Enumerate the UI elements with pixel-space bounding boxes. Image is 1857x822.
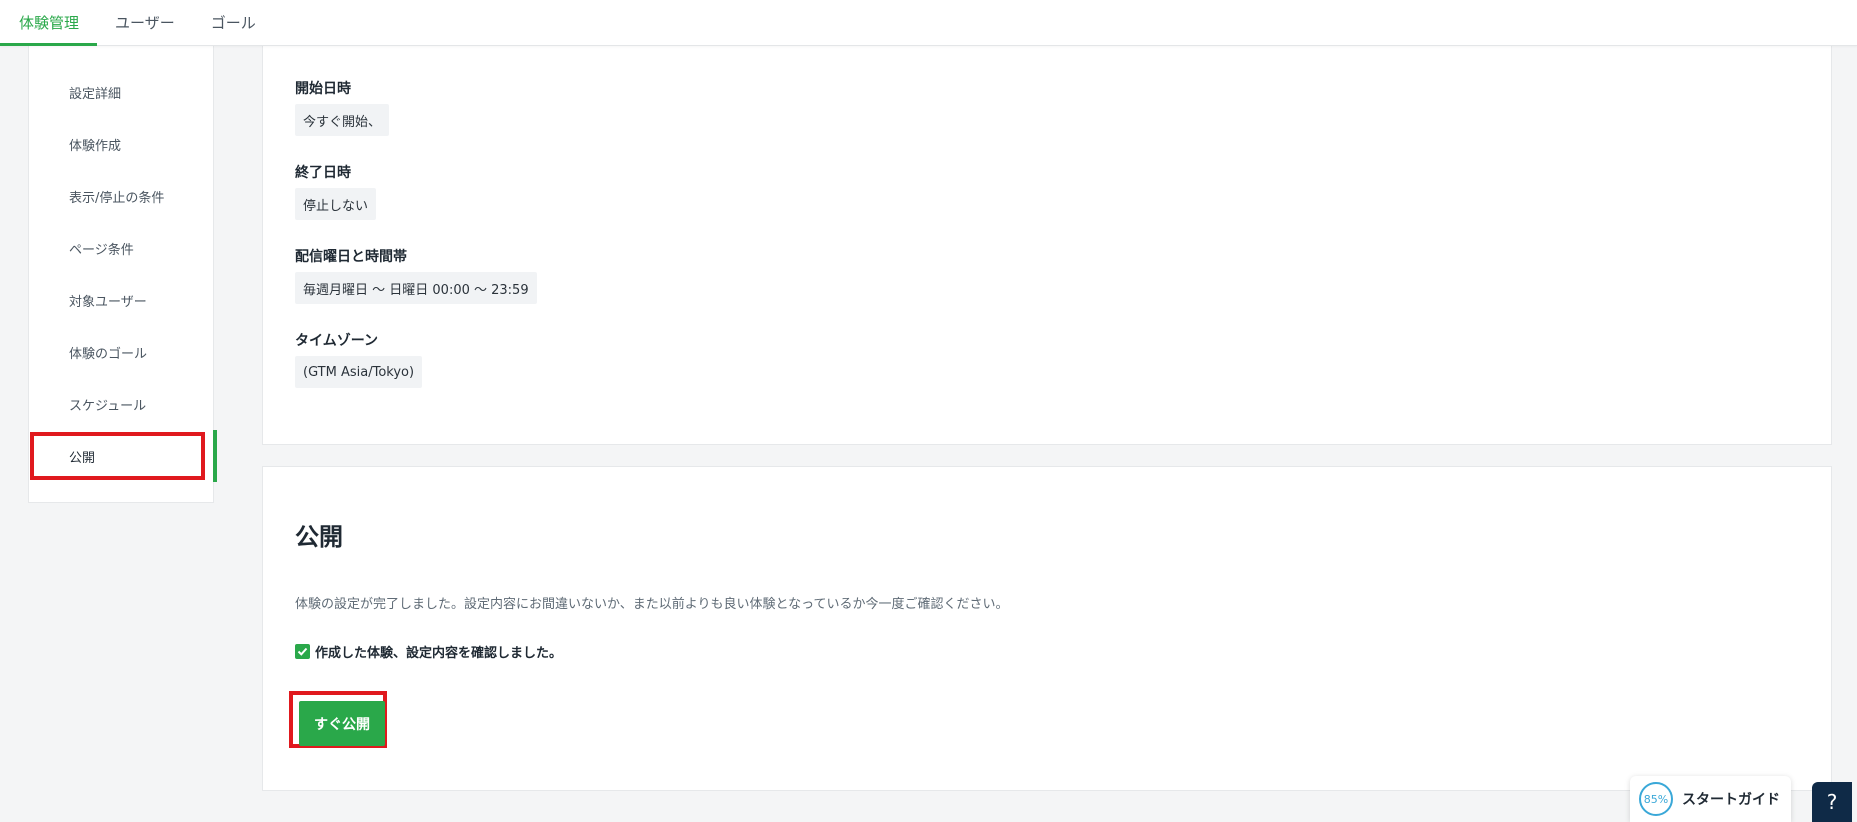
start-datetime-value: 今すぐ開始、	[295, 104, 390, 136]
sidebar-item-page-conditions[interactable]: ページ条件	[29, 222, 215, 274]
sidebar-item-experience-goal[interactable]: 体験のゴール	[29, 326, 215, 378]
timezone-value: (GTM Asia/Tokyo)	[295, 356, 423, 388]
question-icon: ?	[1826, 790, 1838, 814]
sidebar-item-settings-detail[interactable]: 設定詳細	[29, 66, 215, 118]
sidebar: 設定詳細 体験作成 表示/停止の条件 ページ条件 対象ユーザー 体験のゴール ス…	[28, 46, 217, 503]
help-button[interactable]: ?	[1812, 782, 1852, 822]
tab-users[interactable]: ユーザー	[97, 0, 193, 45]
sidebar-item-label: 表示/停止の条件	[69, 190, 165, 206]
confirm-checkbox[interactable]	[295, 644, 310, 659]
progress-ring: 85%	[1639, 782, 1673, 816]
timezone-label: タイムゾーン	[295, 333, 379, 349]
sidebar-item-label: スケジュール	[69, 398, 147, 414]
tab-goals[interactable]: ゴール	[193, 0, 274, 45]
confirm-checkbox-label: 作成した体験、設定内容を確認しました。	[315, 646, 563, 661]
publish-title: 公開	[295, 523, 343, 551]
check-icon	[297, 647, 308, 656]
publish-card: 公開 体験の設定が完了しました。設定内容にお間違いないか、また以前よりも良い体験…	[262, 466, 1832, 791]
sidebar-item-label: ページ条件	[69, 242, 134, 258]
start-guide-label: スタートガイド	[1682, 792, 1780, 808]
end-datetime-label: 終了日時	[295, 165, 351, 181]
sidebar-item-create-experience[interactable]: 体験作成	[29, 118, 215, 170]
highlight-box: すぐ公開	[289, 691, 387, 748]
sidebar-item-label: 体験のゴール	[69, 346, 148, 362]
top-navigation: 体験管理 ユーザー ゴール	[0, 0, 1857, 46]
sidebar-item-target-users[interactable]: 対象ユーザー	[29, 274, 215, 326]
highlight-box	[30, 432, 205, 480]
sidebar-item-label: 体験作成	[69, 138, 122, 154]
start-datetime-label: 開始日時	[295, 81, 351, 97]
confirm-checkbox-row[interactable]: 作成した体験、設定内容を確認しました。	[295, 642, 562, 661]
sidebar-item-schedule[interactable]: スケジュール	[29, 378, 215, 430]
delivery-days-value: 毎週月曜日 〜 日曜日 00:00 〜 23:59	[295, 272, 537, 304]
publish-description: 体験の設定が完了しました。設定内容にお間違いないか、また以前よりも良い体験となっ…	[295, 597, 1009, 612]
publish-now-button[interactable]: すぐ公開	[299, 701, 385, 746]
active-indicator	[213, 430, 217, 482]
schedule-card: 開始日時 今すぐ開始、 終了日時 停止しない 配信曜日と時間帯 毎週月曜日 〜 …	[262, 46, 1832, 445]
sidebar-item-label: 設定詳細	[69, 86, 122, 102]
start-guide-widget[interactable]: 85% スタートガイド	[1630, 776, 1791, 822]
end-datetime-value: 停止しない	[295, 188, 377, 220]
sidebar-item-publish[interactable]: 公開	[29, 430, 217, 482]
delivery-days-label: 配信曜日と時間帯	[295, 249, 407, 265]
progress-value: 85%	[1643, 792, 1669, 806]
tab-experience-management[interactable]: 体験管理	[0, 0, 98, 46]
sidebar-item-label: 対象ユーザー	[69, 294, 147, 310]
sidebar-item-display-conditions[interactable]: 表示/停止の条件	[29, 170, 215, 222]
